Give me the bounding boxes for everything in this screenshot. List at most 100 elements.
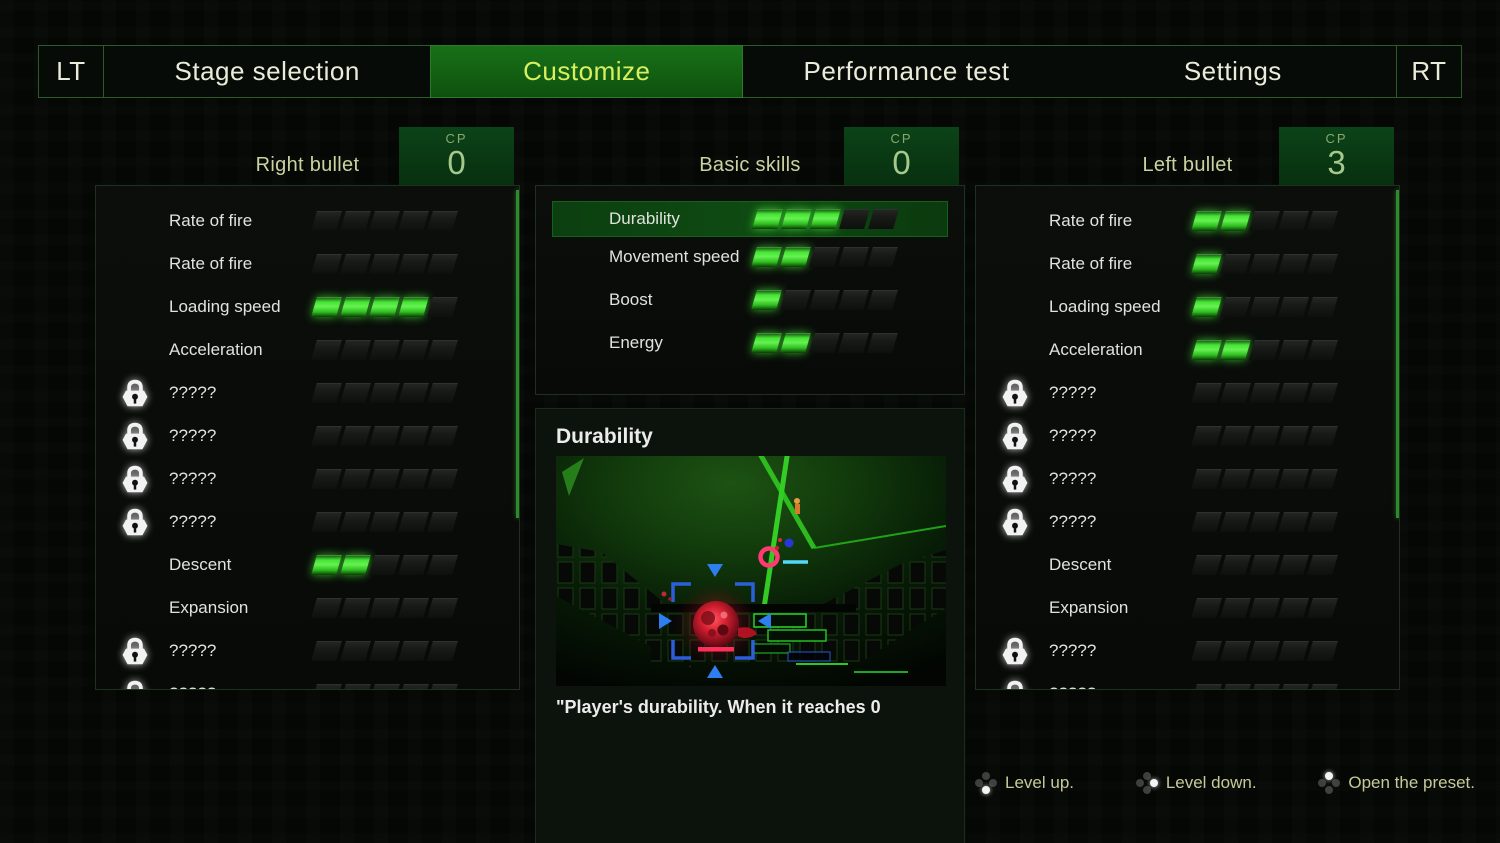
skill-label: ????? [1049, 383, 1096, 403]
level-segment-empty [1307, 340, 1338, 360]
gamepad-hints: Level up.Level down.Open the preset. [975, 765, 1475, 801]
skill-row-locked[interactable]: ????? [976, 672, 1399, 690]
skill-level-bar [754, 290, 895, 310]
cp-label: CP [1325, 132, 1347, 145]
lt-shoulder-button[interactable]: LT [39, 46, 104, 97]
lock-icon [122, 637, 148, 665]
skill-row-locked[interactable]: ????? [96, 672, 519, 690]
level-segment-empty [369, 641, 400, 661]
skill-row-rate-of-fire[interactable]: Rate of fire [96, 199, 519, 242]
skill-row-expansion[interactable]: Expansion [96, 586, 519, 629]
right-bullet-header: Right bullet CP 0 [95, 127, 520, 185]
level-segment-empty [1220, 555, 1251, 575]
level-segment-empty [340, 684, 371, 691]
skill-label: ????? [169, 512, 216, 532]
level-segment-empty [398, 340, 429, 360]
skill-row-rate-of-fire[interactable]: Rate of fire [96, 242, 519, 285]
skill-label: ????? [1049, 684, 1096, 691]
level-segment-empty [1249, 383, 1280, 403]
left-bullet-scrollbar[interactable] [1396, 190, 1400, 518]
skill-row-locked[interactable]: ????? [976, 500, 1399, 543]
level-segment-empty [1191, 555, 1222, 575]
skill-row-expansion[interactable]: Expansion [976, 586, 1399, 629]
skill-row-durability[interactable]: Durability [552, 201, 948, 237]
level-segment-empty [1307, 598, 1338, 618]
skill-row-loading-speed[interactable]: Loading speed [96, 285, 519, 328]
skill-row-locked[interactable]: ????? [96, 457, 519, 500]
skill-level-bar [314, 383, 455, 403]
level-segment-empty [1191, 383, 1222, 403]
tab-stage-selection[interactable]: Stage selection [104, 46, 430, 97]
hint-label: Level up. [1005, 773, 1074, 793]
level-segment-empty [1191, 598, 1222, 618]
skill-level-bar [314, 254, 455, 274]
level-segment-empty [868, 209, 899, 229]
cp-label: CP [890, 132, 912, 145]
skill-row-locked[interactable]: ????? [96, 500, 519, 543]
skill-row-rate-of-fire[interactable]: Rate of fire [976, 242, 1399, 285]
skill-row-acceleration[interactable]: Acceleration [96, 328, 519, 371]
level-segment-filled [1220, 211, 1251, 231]
skill-row-acceleration[interactable]: Acceleration [976, 328, 1399, 371]
skill-label: Durability [609, 209, 680, 229]
level-segment-empty [398, 555, 429, 575]
level-segment-empty [340, 641, 371, 661]
skill-label: Rate of fire [1049, 211, 1132, 231]
level-segment-empty [369, 340, 400, 360]
rt-shoulder-button[interactable]: RT [1396, 46, 1461, 97]
skill-row-descent[interactable]: Descent [96, 543, 519, 586]
level-segment-empty [340, 598, 371, 618]
skill-row-locked[interactable]: ????? [976, 414, 1399, 457]
level-segment-empty [1278, 340, 1309, 360]
level-segment-empty [1249, 426, 1280, 446]
level-segment-empty [427, 684, 458, 691]
level-segment-filled [751, 247, 782, 267]
level-segment-empty [838, 333, 869, 353]
lock-icon [122, 465, 148, 493]
level-segment-empty [867, 247, 898, 267]
right-bullet-scrollbar[interactable] [516, 190, 520, 518]
skill-row-locked[interactable]: ????? [976, 629, 1399, 672]
dpad-right-icon [1136, 772, 1158, 794]
skill-level-bar [314, 340, 455, 360]
skill-row-boost[interactable]: Boost [536, 278, 964, 321]
skill-row-loading-speed[interactable]: Loading speed [976, 285, 1399, 328]
tab-performance-test[interactable]: Performance test [743, 46, 1069, 97]
skill-row-locked[interactable]: ????? [96, 629, 519, 672]
level-segment-empty [1249, 641, 1280, 661]
lock-icon [1002, 680, 1028, 691]
level-segment-filled [751, 333, 782, 353]
skill-row-locked[interactable]: ????? [976, 457, 1399, 500]
tab-settings[interactable]: Settings [1070, 46, 1396, 97]
level-segment-filled [311, 555, 342, 575]
skill-row-rate-of-fire[interactable]: Rate of fire [976, 199, 1399, 242]
level-segment-empty [1307, 254, 1338, 274]
level-segment-filled [398, 297, 429, 317]
level-segment-empty [1249, 340, 1280, 360]
skill-level-bar [314, 684, 455, 691]
skill-level-bar [1194, 211, 1335, 231]
skill-level-bar [314, 598, 455, 618]
level-segment-empty [780, 290, 811, 310]
level-segment-empty [1278, 598, 1309, 618]
level-segment-empty [340, 469, 371, 489]
tab-customize[interactable]: Customize [430, 45, 743, 98]
skill-row-locked[interactable]: ????? [96, 414, 519, 457]
skill-row-locked[interactable]: ????? [96, 371, 519, 414]
level-segment-empty [1307, 641, 1338, 661]
level-segment-empty [398, 383, 429, 403]
level-segment-empty [1220, 684, 1251, 691]
level-segment-empty [369, 555, 400, 575]
level-segment-empty [1278, 211, 1309, 231]
level-segment-empty [340, 426, 371, 446]
skill-row-movement-speed[interactable]: Movement speed [536, 235, 964, 278]
level-segment-empty [809, 290, 840, 310]
skill-row-energy[interactable]: Energy [536, 321, 964, 364]
skill-label: ????? [1049, 426, 1096, 446]
skill-level-bar [1194, 383, 1335, 403]
level-segment-empty [1307, 211, 1338, 231]
top-nav: LT Stage selection Customize Performance… [38, 45, 1462, 98]
skill-row-locked[interactable]: ????? [976, 371, 1399, 414]
level-segment-filled [340, 297, 371, 317]
skill-row-descent[interactable]: Descent [976, 543, 1399, 586]
